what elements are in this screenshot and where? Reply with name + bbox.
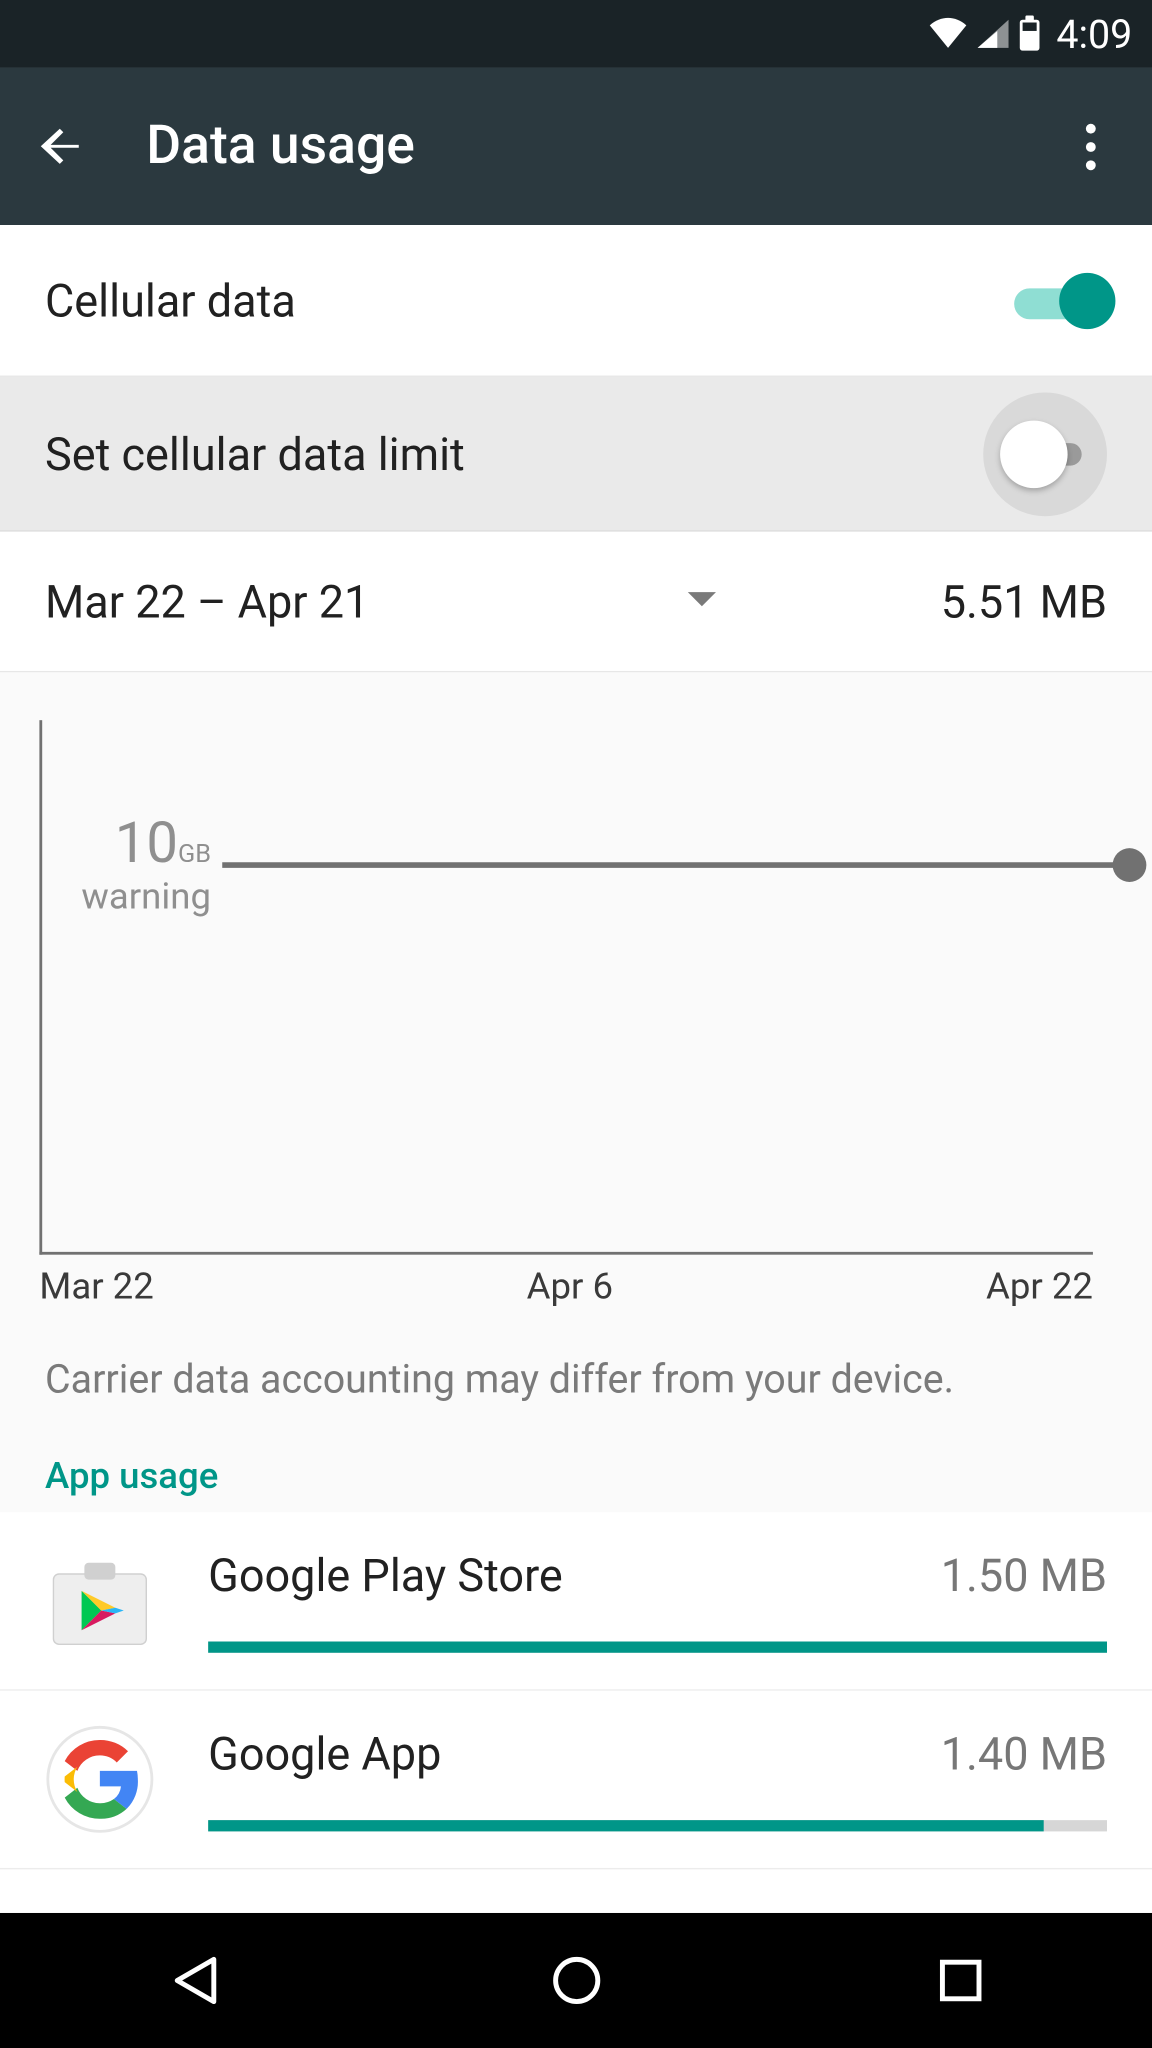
google-app-icon <box>45 1724 155 1834</box>
warning-threshold-slider[interactable]: 10GB warning <box>42 810 1124 918</box>
nav-recents-button[interactable] <box>904 1938 1017 2022</box>
period-dropdown[interactable]: Mar 22 – Apr 21 <box>45 575 941 628</box>
status-time: 4:09 <box>1056 11 1132 57</box>
page-title: Data usage <box>146 115 1056 177</box>
cell-signal-icon <box>975 17 1012 51</box>
x-tick: Apr 6 <box>527 1266 613 1308</box>
x-tick: Mar 22 <box>39 1266 153 1308</box>
carrier-note: Carrier data accounting may differ from … <box>0 1308 1152 1430</box>
cellular-data-row[interactable]: Cellular data <box>0 225 1152 377</box>
usage-chart: 10GB warning Mar 22 Apr 6 Apr 22 <box>0 672 1152 1308</box>
usage-bar <box>208 1820 1107 1831</box>
warning-value: 10 <box>115 810 178 876</box>
warning-sublabel: warning <box>42 876 211 918</box>
app-name: Google App <box>208 1727 941 1780</box>
set-limit-row[interactable]: Set cellular data limit <box>0 377 1152 532</box>
warning-unit: GB <box>178 840 211 870</box>
period-range: Mar 22 – Apr 21 <box>45 575 369 628</box>
back-button[interactable] <box>28 113 96 181</box>
app-usage-value: 1.50 MB <box>941 1549 1107 1602</box>
period-total: 5.51 MB <box>941 575 1107 628</box>
app-name: Google Play Store <box>208 1549 941 1602</box>
nav-home-button[interactable] <box>520 1938 633 2022</box>
play-store-icon <box>45 1546 155 1656</box>
overflow-menu-button[interactable] <box>1056 113 1124 181</box>
app-usage-item[interactable]: Google Play Store 1.50 MB <box>0 1512 1152 1691</box>
status-bar: 4:09 <box>0 0 1152 68</box>
x-tick: Apr 22 <box>986 1266 1093 1308</box>
period-row: Mar 22 – Apr 21 5.51 MB <box>0 532 1152 673</box>
nav-back-button[interactable] <box>136 1938 249 2022</box>
app-usage-value: 1.40 MB <box>941 1727 1107 1780</box>
app-usage-item[interactable]: Google App 1.40 MB <box>0 1691 1152 1870</box>
warning-knob[interactable] <box>1113 847 1147 881</box>
set-limit-toggle[interactable] <box>983 392 1107 516</box>
app-bar: Data usage <box>0 68 1152 226</box>
cellular-data-toggle[interactable] <box>1014 272 1107 328</box>
wifi-icon <box>927 17 969 51</box>
cellular-data-label: Cellular data <box>45 274 1014 327</box>
app-usage-header: App usage <box>0 1431 1152 1513</box>
navigation-bar <box>0 1913 1152 2048</box>
set-limit-label: Set cellular data limit <box>45 427 983 480</box>
chevron-down-icon <box>684 588 718 615</box>
battery-icon <box>1017 15 1042 52</box>
usage-bar <box>208 1642 1107 1653</box>
